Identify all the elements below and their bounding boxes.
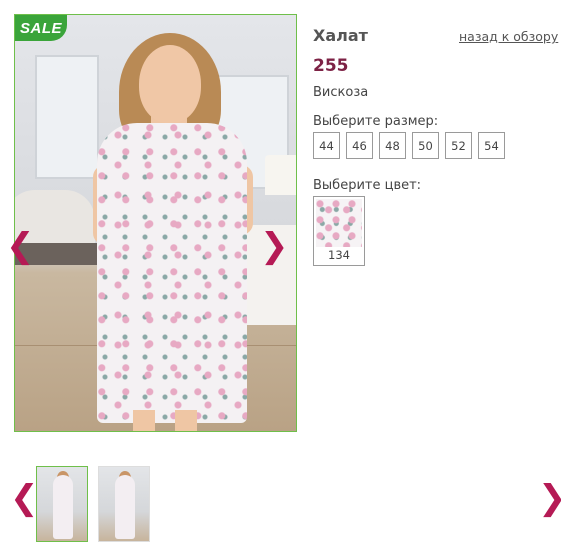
- size-option[interactable]: 54: [478, 132, 505, 159]
- size-selector: 44 46 48 50 52 54: [313, 132, 505, 159]
- size-option[interactable]: 52: [445, 132, 472, 159]
- back-to-overview-link[interactable]: назад к обзору: [459, 29, 558, 44]
- color-swatch-code: 134: [328, 248, 350, 262]
- main-image-prev-arrow-icon[interactable]: ❮: [6, 229, 35, 263]
- thumbnail-model-back[interactable]: [98, 466, 150, 542]
- thumbnail-figure: [115, 475, 135, 539]
- product-material: Вискоза: [313, 85, 369, 100]
- sale-badge: SALE: [15, 15, 67, 41]
- size-option[interactable]: 44: [313, 132, 340, 159]
- main-image-next-arrow-icon[interactable]: ❯: [260, 229, 289, 263]
- size-selector-label: Выберите размер:: [313, 114, 439, 129]
- product-title: Халат: [313, 26, 368, 45]
- product-main-image[interactable]: SALE: [14, 14, 297, 432]
- product-price: 255: [313, 56, 349, 76]
- background-window: [35, 55, 99, 179]
- thumbnail-figure: [53, 475, 73, 539]
- model-head: [139, 45, 201, 123]
- model-leg: [175, 410, 197, 431]
- color-swatch-pattern: [316, 199, 362, 247]
- robe-garment: [97, 123, 247, 423]
- thumbnails-next-arrow-icon[interactable]: ❯: [538, 481, 561, 515]
- thumbnails-prev-arrow-icon[interactable]: ❮: [10, 481, 39, 515]
- thumbnail-model-front[interactable]: [36, 466, 88, 542]
- size-option[interactable]: 50: [412, 132, 439, 159]
- background-lamp: [265, 155, 296, 195]
- color-selector-label: Выберите цвет:: [313, 178, 422, 193]
- size-option[interactable]: 48: [379, 132, 406, 159]
- size-option[interactable]: 46: [346, 132, 373, 159]
- model-leg: [133, 410, 155, 431]
- color-swatch-option[interactable]: 134: [313, 196, 365, 266]
- sale-badge-label: SALE: [19, 19, 62, 37]
